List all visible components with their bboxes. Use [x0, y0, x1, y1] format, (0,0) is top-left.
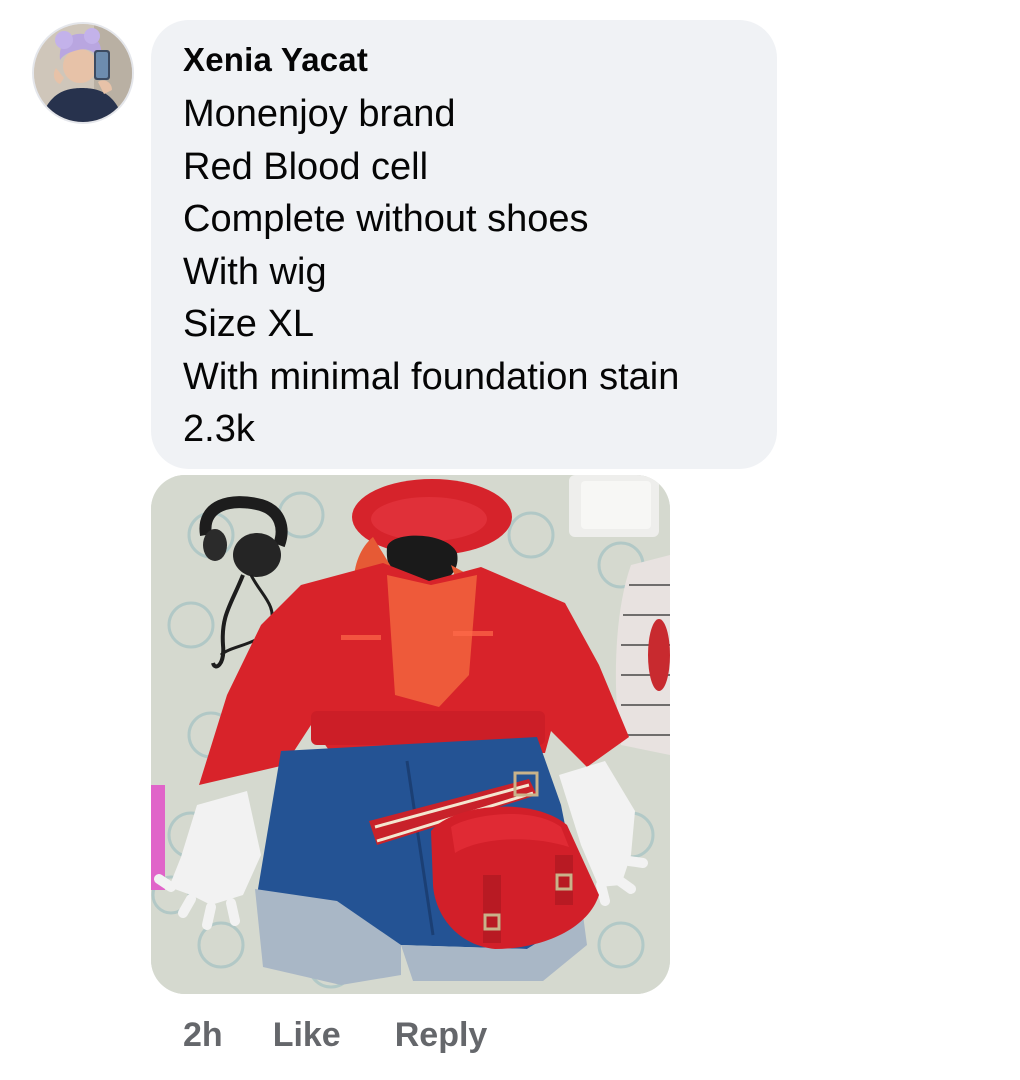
comment-text-line: Monenjoy brand	[183, 93, 456, 135]
comment-text-line: Red Blood cell	[183, 145, 429, 188]
comment-text-line: With minimal foundation stain	[183, 355, 680, 398]
comment-actions: 2h Like Reply	[183, 1012, 487, 1058]
author-avatar[interactable]	[32, 22, 134, 124]
avatar-image	[34, 24, 132, 122]
comment-text-line: Complete without shoes	[183, 198, 589, 240]
comment-text-line: Size XL	[183, 303, 314, 345]
comment-text-line: With wig	[183, 250, 327, 293]
comment-bubble: Xenia Yacat Monenjoy brand Red Blood cel…	[151, 20, 777, 469]
costume-photo-image	[151, 475, 670, 994]
reply-button[interactable]: Reply	[395, 1016, 488, 1055]
comment-author-name[interactable]: Xenia Yacat	[183, 40, 747, 80]
attached-photo[interactable]	[151, 475, 670, 994]
comment-timestamp[interactable]: 2h	[183, 1016, 223, 1055]
comment-text-line: 2.3k	[183, 408, 255, 450]
like-button[interactable]: Like	[273, 1016, 341, 1055]
